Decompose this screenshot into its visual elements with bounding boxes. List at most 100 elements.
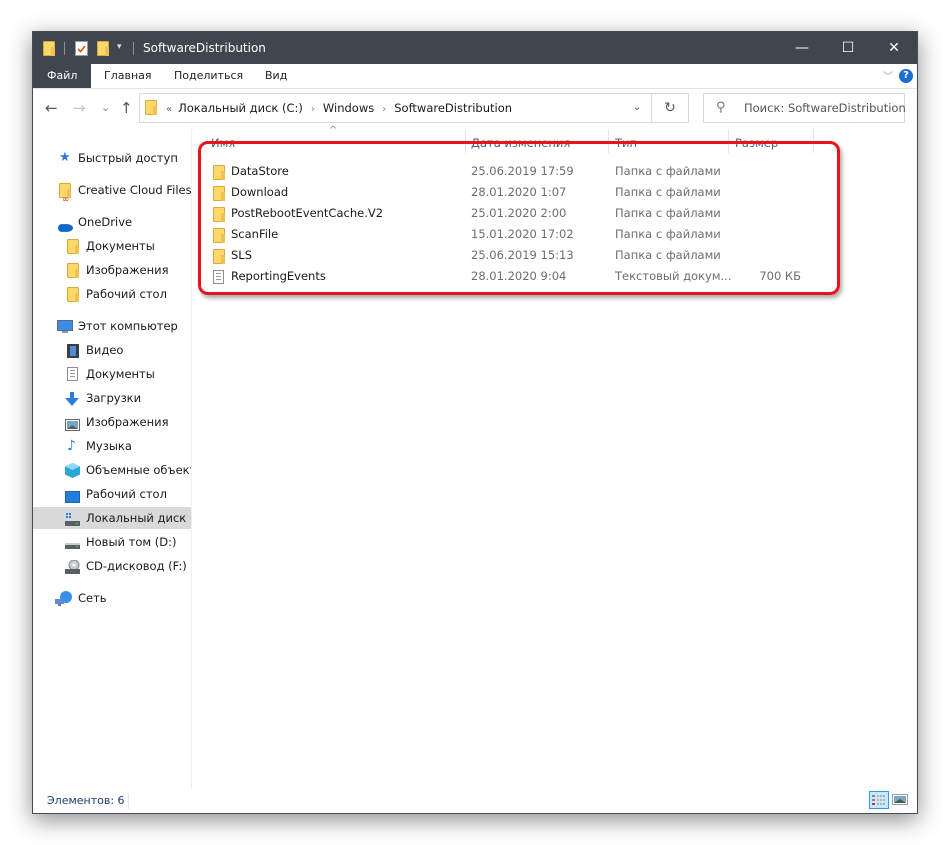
expand-ribbon-icon[interactable]: ﹀ — [883, 68, 893, 83]
quick-access-dropdown-icon[interactable]: ▾ — [117, 42, 122, 52]
details-view-icon — [872, 795, 886, 805]
sidebar-item-documents[interactable]: Документы — [33, 363, 191, 385]
column-divider[interactable] — [813, 129, 814, 153]
back-button[interactable]: ← — [45, 99, 58, 117]
sidebar-item-videos[interactable]: Видео — [33, 339, 191, 361]
window-title: SoftwareDistribution — [143, 41, 266, 55]
sidebar-item-this-pc[interactable]: Этот компьютер — [33, 315, 191, 337]
folder-icon — [145, 100, 157, 115]
folder-icon — [213, 186, 225, 201]
ribbon: Файл Главная Поделиться Вид ﹀ ? — [33, 64, 917, 89]
folder-icon — [67, 287, 81, 302]
recent-locations-button[interactable]: ⌄ — [101, 101, 110, 114]
column-divider[interactable] — [728, 129, 729, 153]
column-header-type[interactable]: Тип — [615, 133, 637, 153]
divider — [133, 42, 134, 55]
network-icon — [55, 591, 72, 606]
large-icons-view-icon — [892, 794, 908, 805]
column-header-size[interactable]: Размер — [735, 133, 778, 153]
sidebar-item-3d-objects[interactable]: Объемные объект — [33, 459, 191, 481]
breadcrumb-softwaredistribution[interactable]: SoftwareDistribution — [394, 101, 512, 115]
sidebar-item-onedrive-documents[interactable]: Документы — [33, 235, 191, 257]
refresh-button[interactable]: ↻ — [651, 94, 688, 122]
maximize-button[interactable]: ☐ — [825, 32, 871, 64]
column-header-date[interactable]: Дата изменения — [471, 133, 570, 153]
folder-icon — [213, 165, 225, 180]
forward-button[interactable]: → — [73, 99, 86, 117]
explorer-window: ▾ SoftwareDistribution — ☐ ✕ Файл Главна… — [32, 31, 918, 814]
sidebar-item-onedrive-desktop[interactable]: Рабочий стол — [33, 283, 191, 305]
computer-icon — [57, 319, 73, 333]
items-count: Элементов: 6 — [47, 794, 125, 807]
folder-icon — [67, 263, 81, 278]
up-button[interactable]: ↑ — [120, 99, 133, 117]
sidebar-item-network[interactable]: Сеть — [33, 587, 191, 609]
tab-share[interactable]: Поделиться — [160, 64, 257, 88]
music-icon: ♪ — [67, 438, 76, 454]
cd-drive-icon — [65, 559, 80, 574]
file-row[interactable]: SLS 25.06.2019 15:13 Папка с файлами — [193, 245, 913, 266]
desktop-icon — [65, 488, 80, 503]
new-folder-icon[interactable] — [97, 41, 109, 56]
address-history-dropdown-icon[interactable]: ⌄ — [626, 94, 648, 122]
divider — [128, 793, 129, 809]
document-icon — [67, 367, 81, 381]
sidebar-item-creative-cloud[interactable]: ∞ Creative Cloud Files — [33, 179, 191, 201]
drive-icon — [65, 535, 80, 549]
title-bar: ▾ SoftwareDistribution — ☐ ✕ — [33, 32, 917, 64]
navigation-pane-divider[interactable] — [191, 129, 192, 789]
tab-file[interactable]: Файл — [33, 64, 92, 88]
text-file-icon — [213, 270, 224, 284]
creative-cloud-folder-icon: ∞ — [59, 183, 73, 201]
sidebar-item-onedrive-pictures[interactable]: Изображения — [33, 259, 191, 281]
file-row[interactable]: ScanFile 15.01.2020 17:02 Папка с файлам… — [193, 224, 913, 245]
column-divider[interactable] — [608, 129, 609, 153]
sidebar-item-onedrive[interactable]: OneDrive — [33, 211, 191, 233]
file-row[interactable]: Download 28.01.2020 1:07 Папка с файлами — [193, 182, 913, 203]
file-row[interactable]: DataStore 25.06.2019 17:59 Папка с файла… — [193, 161, 913, 182]
search-icon: ⚲ — [716, 100, 726, 115]
cloud-icon — [57, 217, 73, 232]
breadcrumb-windows[interactable]: Windows — [323, 101, 374, 115]
status-bar: Элементов: 6 — [33, 789, 917, 813]
minimize-button[interactable]: — — [779, 32, 825, 64]
details-view-button[interactable] — [869, 791, 889, 809]
overflow-icon[interactable]: « — [166, 104, 172, 115]
breadcrumb-local-disk[interactable]: Локальный диск (C:) — [178, 101, 303, 115]
address-bar[interactable]: « Локальный диск (C:) › Windows › SoftwareDis… — [139, 93, 689, 123]
tab-home[interactable]: Главная — [90, 64, 166, 88]
video-icon — [67, 343, 81, 358]
system-drive-icon — [65, 511, 80, 526]
star-icon: ★ — [59, 150, 71, 165]
breadcrumb-separator-icon[interactable]: › — [311, 104, 315, 115]
sidebar-item-downloads[interactable]: Загрузки — [33, 387, 191, 409]
navigation-pane: ★ Быстрый доступ ∞ Creative Cloud Files … — [33, 129, 191, 789]
search-input[interactable]: ⚲ Поиск: SoftwareDistribution — [703, 93, 906, 123]
tab-view[interactable]: Вид — [251, 64, 301, 88]
file-row[interactable]: ReportingEvents 28.01.2020 9:04 Текстовы… — [193, 266, 913, 287]
folder-icon — [213, 207, 225, 222]
download-icon — [65, 391, 79, 406]
file-list: ^ Имя Дата изменения Тип Размер DataStor… — [193, 125, 915, 789]
3d-objects-icon — [65, 463, 80, 478]
pictures-icon — [65, 416, 80, 431]
sidebar-item-cd-drive-f[interactable]: CD-дисковод (F:) — [33, 555, 191, 577]
help-icon[interactable]: ? — [899, 69, 913, 83]
column-divider[interactable] — [465, 129, 466, 153]
column-header-name[interactable]: Имя — [211, 133, 235, 153]
sort-ascending-icon: ^ — [329, 125, 338, 136]
file-row[interactable]: PostRebootEventCache.V2 25.01.2020 2:00 … — [193, 203, 913, 224]
navigation-bar: ← → ⌄ ↑ « Локальный диск (C:) › Windows › Sof… — [33, 89, 917, 129]
sidebar-item-desktop[interactable]: Рабочий стол — [33, 483, 191, 505]
breadcrumb-separator-icon[interactable]: › — [382, 104, 386, 115]
properties-icon[interactable] — [75, 41, 88, 59]
folder-icon — [213, 249, 225, 264]
sidebar-item-pictures[interactable]: Изображения — [33, 411, 191, 433]
sidebar-item-local-disk-c[interactable]: Локальный диск (C — [33, 507, 191, 529]
sidebar-item-music[interactable]: ♪ Музыка — [33, 435, 191, 457]
sidebar-item-quick-access[interactable]: ★ Быстрый доступ — [33, 147, 191, 169]
folder-icon — [43, 41, 55, 56]
sidebar-item-drive-d[interactable]: Новый том (D:) — [33, 531, 191, 553]
large-icons-view-button[interactable] — [891, 791, 911, 809]
close-button[interactable]: ✕ — [871, 32, 917, 64]
